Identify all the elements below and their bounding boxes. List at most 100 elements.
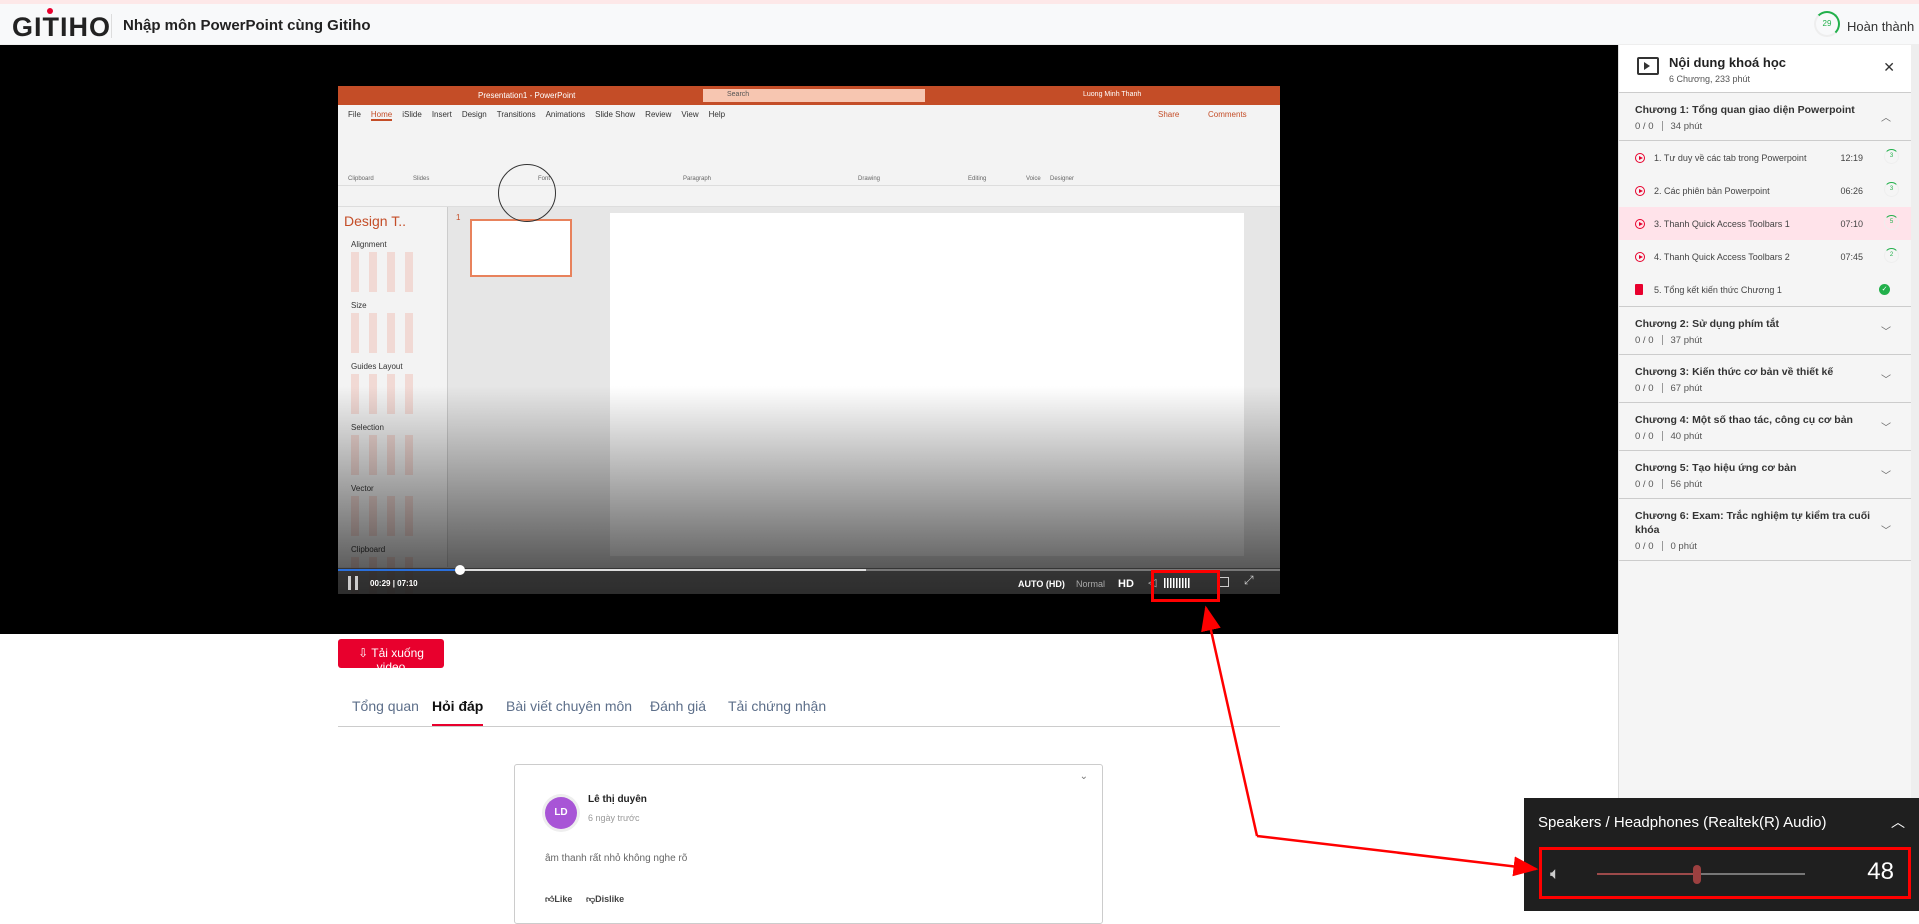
pane-section: Guides Layout — [351, 362, 403, 371]
annotation-box-system-volume: 🔈︎ 48 — [1539, 847, 1911, 899]
chapter-header[interactable]: Chương 3: Kiến thức cơ bản về thiết kế 0 … — [1619, 355, 1917, 403]
play-circle-icon — [1635, 186, 1645, 196]
tab-0[interactable]: Tổng quan — [352, 698, 419, 714]
ppt-tab: Review — [645, 110, 672, 119]
meta-divider — [1661, 479, 1663, 490]
like-label: Like — [554, 894, 573, 904]
chevron-down-icon[interactable]: ﹀ — [1881, 522, 1891, 537]
quality-button[interactable]: AUTO (HD) — [1018, 579, 1065, 589]
ppt-tab: Animations — [545, 110, 586, 119]
chevron-down-icon[interactable]: ﹀ — [1881, 467, 1891, 482]
dislike-button[interactable]: 👎︎Dislike — [586, 894, 624, 905]
chevron-up-icon[interactable]: ︿ — [1881, 109, 1891, 124]
chapter-header[interactable]: Chương 6: Exam: Trắc nghiệm tự kiểm tra … — [1619, 499, 1917, 561]
chevron-down-icon[interactable]: ﹀ — [1881, 371, 1891, 386]
play-circle-icon — [1635, 219, 1645, 229]
document-icon — [1635, 284, 1643, 295]
lesson-title: 1. Tư duy về các tab trong Powerpoint — [1654, 153, 1807, 163]
download-video-button[interactable]: ⇩ Tải xuống video — [338, 639, 444, 674]
chapter-meta: 0 / 0 56 phút — [1635, 479, 1877, 490]
ppt-tab: Help — [708, 110, 726, 119]
chevron-down-icon[interactable]: ﹀ — [1881, 419, 1891, 434]
volume-fill — [1597, 873, 1697, 875]
chapter-name: Chương 3: Kiến thức cơ bản về thiết kế — [1635, 366, 1834, 378]
gitiho-logo[interactable]: GITIHO — [12, 8, 111, 43]
speed-button[interactable]: Normal — [1076, 579, 1105, 589]
chapter-progress: 0 / 0 — [1635, 383, 1654, 394]
tab-2[interactable]: Bài viết chuyên môn — [506, 698, 632, 714]
chapter-header[interactable]: Chương 4: Một số thao tác, công cụ cơ bả… — [1619, 403, 1917, 451]
ppt-search: Search — [703, 89, 925, 102]
annotation-box-player-volume — [1151, 570, 1220, 602]
pane-section: Alignment — [351, 240, 387, 249]
video-lesson-icon — [1637, 57, 1659, 75]
pause-icon[interactable] — [348, 576, 358, 590]
ppt-tab: File — [348, 110, 361, 119]
lesson-count: 2 — [1884, 248, 1899, 263]
chapter-header[interactable]: Chương 5: Tạo hiệu ứng cơ bản 0 / 0 56 phú… — [1619, 451, 1917, 499]
audio-device-name: Speakers / Headphones (Realtek(R) Audio) — [1538, 814, 1827, 831]
lesson-item[interactable]: 1. Tư duy về các tab trong Powerpoint 12:… — [1619, 141, 1917, 174]
hd-button[interactable]: HD — [1118, 578, 1134, 590]
lesson-list: 1. Tư duy về các tab trong Powerpoint 12:… — [1619, 141, 1917, 307]
chapter-header[interactable]: Chương 1: Tổng quan giao diện Powerpoint… — [1619, 93, 1917, 141]
chapter-name: Chương 6: Exam: Trắc nghiệm tự kiểm tra … — [1635, 510, 1871, 536]
volume-slider[interactable] — [1597, 865, 1805, 884]
meta-divider — [1661, 335, 1663, 346]
lesson-count: 3 — [1884, 182, 1899, 197]
thumbs-up-icon: 👍︎ — [545, 894, 555, 904]
cloud-download-icon: ⇩ — [358, 646, 372, 660]
volume-slider-thumb[interactable] — [1692, 865, 1701, 884]
ppt-tab: View — [681, 110, 699, 119]
seek-bar[interactable] — [338, 565, 1280, 575]
header: GITIHO Nhập môn PowerPoint cùng Gitiho 2… — [0, 4, 1919, 45]
lesson-item[interactable]: 5. Tổng kết kiến thức Chương 1 ✓ — [1619, 273, 1917, 306]
ppt-group-label: Slides — [413, 176, 430, 182]
speaker-icon[interactable]: 🔈︎ — [1550, 864, 1560, 884]
lesson-item[interactable]: 4. Thanh Quick Access Toolbars 2 07:45 2 — [1619, 240, 1917, 273]
chevron-down-icon[interactable]: ⌄ — [1080, 771, 1088, 782]
chapter-duration: 37 phút — [1670, 335, 1703, 346]
lesson-duration: 07:45 — [1840, 252, 1863, 262]
chapter-progress: 0 / 0 — [1635, 431, 1654, 442]
ppt-tab: Design — [461, 110, 487, 119]
chapter-name: Chương 5: Tạo hiệu ứng cơ bản — [1635, 462, 1797, 474]
close-icon[interactable]: ✕ — [1883, 59, 1895, 76]
divider — [111, 14, 112, 38]
tab-4[interactable]: Tải chứng nhận — [728, 698, 826, 714]
complete-label[interactable]: Hoàn thành — [1847, 19, 1914, 34]
ppt-group-label: Editing — [968, 176, 987, 182]
thumbs-down-icon: 👎︎ — [586, 894, 596, 904]
fullscreen-icon[interactable]: ⤢ — [1244, 573, 1254, 588]
tab-3[interactable]: Đánh giá — [650, 698, 706, 714]
meta-divider — [1661, 431, 1663, 442]
arrow-to-system-volume — [1256, 834, 1539, 877]
scrollbar[interactable] — [1911, 45, 1919, 911]
chapter-progress: 0 / 0 — [1635, 541, 1654, 552]
ppt-group-label: Designer — [1050, 176, 1075, 182]
pane-icons — [351, 313, 421, 353]
chapter-meta: 0 / 0 34 phút — [1635, 121, 1877, 132]
sidebar-subtitle: 6 Chương, 233 phút — [1669, 74, 1750, 84]
ppt-comments: Comments — [1208, 110, 1247, 119]
tab-1[interactable]: Hỏi đáp — [432, 698, 484, 726]
comment-time: 6 ngày trước — [588, 813, 640, 823]
course-sidebar: Nội dung khoá học 6 Chương, 233 phút ✕ C… — [1618, 45, 1917, 911]
chapter-meta: 0 / 0 40 phút — [1635, 431, 1877, 442]
like-button[interactable]: 👍︎Like — [545, 894, 572, 905]
chapter-header[interactable]: Chương 2: Sử dụng phím tắt 0 / 0 37 phút ﹀ — [1619, 307, 1917, 355]
ppt-tab: Slide Show — [595, 110, 636, 119]
lesson-item[interactable]: 2. Các phiên bản Powerpoint 06:26 3 — [1619, 174, 1917, 207]
ppt-tab: Insert — [431, 110, 452, 119]
chevron-up-icon[interactable]: ︿ — [1891, 812, 1905, 832]
ppt-share: Share — [1158, 110, 1180, 119]
chapter-duration: 67 phút — [1670, 383, 1703, 394]
chapter-name: Chương 1: Tổng quan giao diện Powerpoint — [1635, 104, 1855, 116]
lesson-count: 5 — [1884, 215, 1899, 230]
chevron-down-icon[interactable]: ﹀ — [1881, 323, 1891, 338]
lesson-item[interactable]: 3. Thanh Quick Access Toolbars 1 07:10 5 — [1619, 207, 1917, 240]
slide-thumbnail — [470, 219, 572, 277]
lesson-duration: 07:10 — [1840, 219, 1863, 229]
ppt-tab: iSlide — [402, 110, 422, 119]
controls-gradient — [338, 386, 1280, 594]
